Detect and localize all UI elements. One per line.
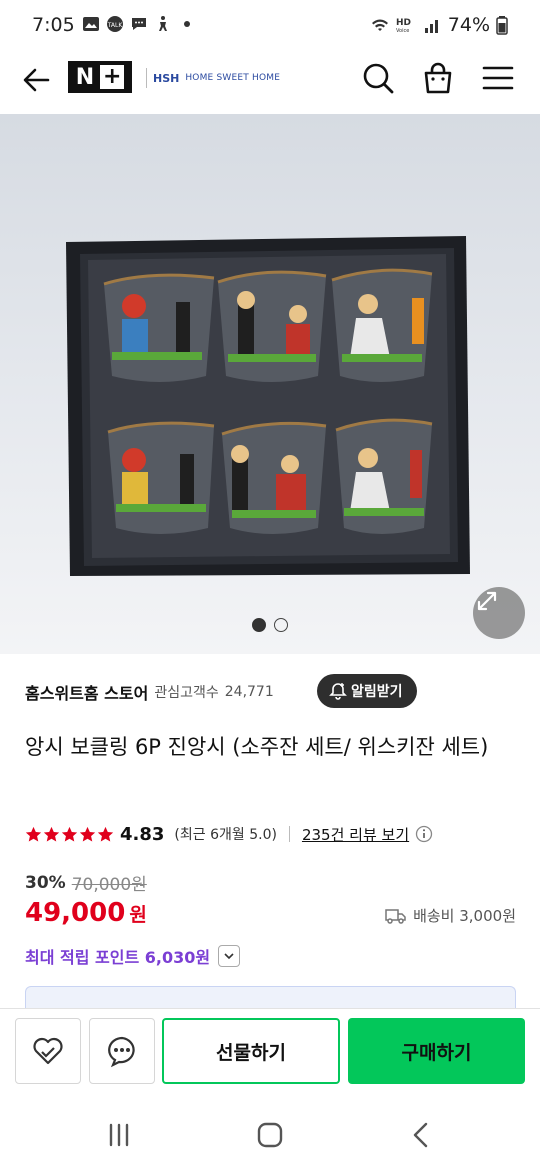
chevron-down-icon	[224, 953, 234, 960]
heart-icon	[33, 1037, 63, 1065]
svg-text:HD: HD	[396, 18, 411, 28]
glass	[217, 270, 327, 382]
recent-apps-icon[interactable]	[102, 1120, 136, 1150]
svg-text:Voice: Voice	[396, 28, 409, 34]
hamburger-menu-icon[interactable]	[480, 60, 516, 96]
back-icon[interactable]	[404, 1120, 438, 1150]
star-icon	[43, 826, 60, 841]
talk-icon: TALK	[107, 16, 124, 32]
notification-icons: TALK	[82, 15, 196, 33]
gallery-pagination	[0, 618, 540, 632]
nplus-logo[interactable]: N +	[68, 61, 132, 93]
product-image-gallery[interactable]	[0, 114, 540, 654]
product-photo	[66, 236, 470, 576]
truck-icon	[385, 908, 406, 924]
logo-divider	[146, 68, 147, 88]
original-price: 70,000원	[71, 875, 147, 895]
accessibility-icon	[159, 16, 167, 31]
review-link[interactable]: 235건 리뷰 보기	[302, 824, 409, 845]
expand-icon	[477, 591, 497, 611]
glass	[221, 421, 327, 534]
rating-value: 4.83	[120, 823, 165, 845]
search-icon[interactable]	[360, 60, 396, 96]
alarm-button-label: 알림받기	[351, 684, 403, 700]
wifi-icon	[371, 19, 388, 31]
rating-row: 4.83 (최근 6개월 5.0) 235건 리뷰 보기	[25, 820, 433, 848]
back-arrow-icon[interactable]	[18, 62, 54, 98]
bell-plus-icon	[329, 683, 347, 700]
max-points: 최대 적립 포인트 6,030원	[25, 948, 211, 967]
buy-button[interactable]: 구매하기	[348, 1018, 525, 1084]
nplus-logo-plus: +	[100, 65, 125, 89]
discount-row: 30% 70,000원	[25, 870, 147, 896]
divider	[288, 826, 290, 842]
store-logo-main: HSH	[153, 71, 180, 85]
discount-rate: 30%	[25, 872, 66, 893]
chat-icon	[132, 18, 146, 30]
dot-icon	[184, 21, 190, 27]
info-icon[interactable]	[415, 825, 433, 843]
glass	[107, 421, 215, 534]
price-unit: 원	[129, 904, 147, 926]
glass	[331, 268, 433, 382]
battery-icon	[496, 16, 508, 35]
fan-count: 24,771	[224, 684, 274, 700]
chat-bubble-icon	[108, 1036, 135, 1068]
store-name[interactable]: 홈스위트홈 스토어	[25, 680, 148, 704]
system-nav-bar	[0, 1100, 540, 1170]
gallery-icon	[83, 17, 99, 31]
star-icon	[25, 826, 42, 841]
star-rating	[25, 826, 114, 843]
glass	[335, 418, 433, 534]
status-right: HD Voice 74%	[370, 14, 508, 36]
store-info-row: 홈스위트홈 스토어 관심고객수 24,771 알림받기	[25, 672, 525, 712]
fan-count-label: 관심고객수	[154, 685, 219, 701]
signal-icon	[424, 20, 438, 33]
hd-voice-icon: HDVoice	[396, 18, 411, 34]
shipping-fee: 배송비 3,000원	[385, 905, 516, 926]
subscribe-alarm-button[interactable]: 알림받기	[317, 674, 417, 708]
product-title: 앙시 보클링 6P 진앙시 (소주잔 세트/ 위스키잔 세트)	[25, 735, 489, 759]
pagination-dot-active[interactable]	[252, 618, 266, 632]
sale-price: 49,000	[25, 898, 126, 928]
status-time: 7:05	[32, 14, 75, 36]
battery-percent: 74%	[447, 14, 490, 36]
recent-rating: (최근 6개월 5.0)	[174, 827, 277, 843]
price-row: 49,000 원	[25, 898, 147, 928]
svg-text:TALK: TALK	[107, 22, 124, 29]
star-icon	[97, 826, 114, 841]
shipping-fee-label: 배송비 3,000원	[413, 907, 516, 925]
star-icon	[61, 826, 78, 841]
nplus-logo-n: N	[75, 64, 95, 90]
bottom-action-bar: 선물하기 구매하기	[0, 1008, 540, 1096]
pagination-dot[interactable]	[274, 618, 288, 632]
points-row: 최대 적립 포인트 6,030원	[25, 944, 241, 968]
store-logo-sub: HOME SWEET HOME	[185, 73, 281, 83]
top-header: N + HSH HOME SWEET HOME	[0, 52, 540, 114]
store-logo[interactable]: HSH HOME SWEET HOME	[146, 66, 280, 90]
home-icon[interactable]	[253, 1120, 287, 1150]
status-bar: 7:05 TALK HD Voice 74%	[0, 0, 540, 52]
talktalk-button[interactable]	[89, 1018, 155, 1084]
like-button[interactable]	[15, 1018, 81, 1084]
points-expand-button[interactable]	[218, 945, 241, 967]
glass	[103, 273, 215, 382]
gift-button[interactable]: 선물하기	[162, 1018, 340, 1084]
shopping-bag-icon[interactable]	[420, 60, 456, 96]
star-icon	[79, 826, 96, 841]
